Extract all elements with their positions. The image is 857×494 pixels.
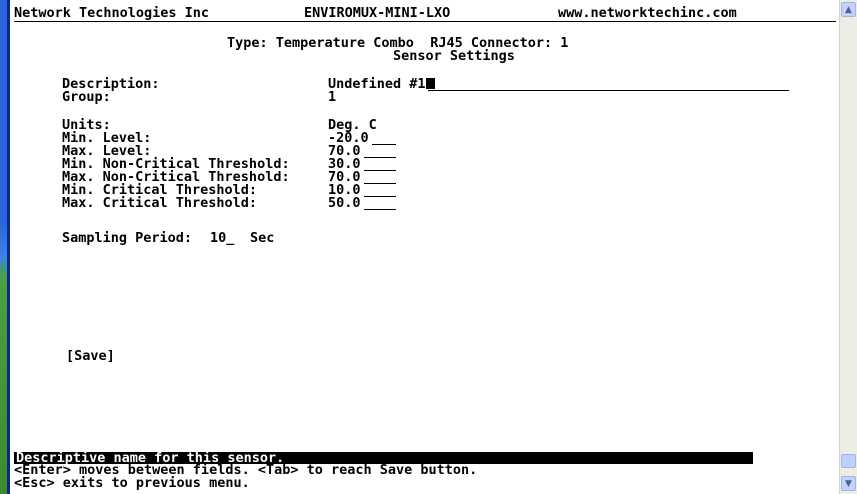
window-left-edge [0,0,10,494]
min-level-underline [372,144,396,145]
help-line-2: <Esc> exits to previous menu. [14,475,250,491]
description-field-underline [428,90,789,91]
header-product: ENVIROMUX-MINI-LXO [304,5,451,21]
page-title: Sensor Settings [393,48,515,64]
header-website: www.networktechinc.com [558,5,737,21]
header-underline [14,21,836,22]
vertical-scrollbar[interactable]: ▲ ▼ [839,0,857,494]
terminal-screen[interactable]: Network Technologies Inc ENVIROMUX-MINI-… [10,0,840,494]
text-cursor [425,78,435,89]
sampling-period-field[interactable]: 10_ [210,231,234,245]
max-critical-field[interactable]: 50.0 [328,196,361,210]
save-button[interactable]: [Save] [66,349,115,363]
max-critical-underline [364,209,396,210]
scroll-up-arrow-icon[interactable]: ▲ [841,2,856,17]
min-critical-underline [364,196,396,197]
max-level-underline [364,157,396,158]
group-field[interactable]: 1 [328,90,336,104]
min-noncritical-underline [364,170,396,171]
scroll-thumb[interactable] [841,454,856,468]
sampling-period-unit: Sec [250,230,275,246]
scroll-down-arrow-icon[interactable]: ▼ [841,476,856,491]
header-company: Network Technologies Inc [14,5,210,21]
description-field[interactable]: Undefined #1 [328,77,435,91]
sampling-period-label: Sampling Period: [62,230,193,246]
group-label: Group: [62,89,111,105]
max-critical-label: Max. Critical Threshold: [62,195,258,211]
max-noncritical-underline [364,183,396,184]
